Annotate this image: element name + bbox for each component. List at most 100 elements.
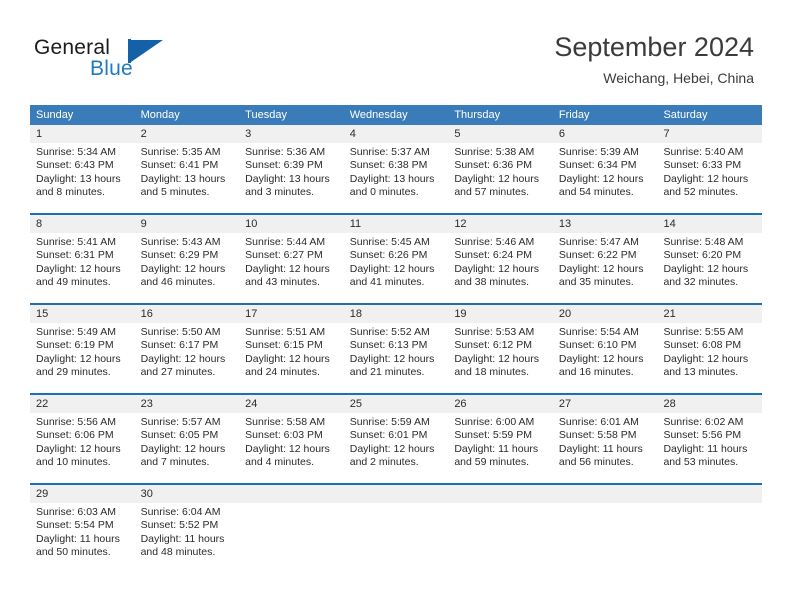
day-number-empty xyxy=(239,485,344,503)
daylight-text: Daylight: 12 hours and 4 minutes. xyxy=(245,442,330,468)
sunset-text: Sunset: 6:03 PM xyxy=(245,429,323,442)
day-cell: Sunrise: 5:52 AM Sunset: 6:13 PM Dayligh… xyxy=(344,323,449,393)
day-cell: Sunrise: 6:03 AM Sunset: 5:54 PM Dayligh… xyxy=(30,503,135,573)
day-cell: Sunrise: 5:40 AM Sunset: 6:33 PM Dayligh… xyxy=(657,143,762,213)
daylight-text: Daylight: 12 hours and 10 minutes. xyxy=(36,442,121,468)
week-detail-row: Sunrise: 5:41 AM Sunset: 6:31 PM Dayligh… xyxy=(30,233,762,303)
sunset-text: Sunset: 6:31 PM xyxy=(36,249,114,262)
sunrise-text: Sunrise: 5:43 AM xyxy=(140,236,221,248)
sunrise-text: Sunrise: 5:59 AM xyxy=(349,416,430,428)
brand-logo[interactable]: General Blue xyxy=(34,36,254,88)
week-detail-row: Sunrise: 5:56 AM Sunset: 6:06 PM Dayligh… xyxy=(30,413,762,483)
daylight-text: Daylight: 13 hours and 5 minutes. xyxy=(140,172,226,198)
day-number[interactable]: 12 xyxy=(448,215,553,233)
sunrise-text: Sunrise: 5:41 AM xyxy=(36,236,116,248)
day-number[interactable]: 1 xyxy=(30,125,135,143)
sunrise-text: Sunrise: 5:50 AM xyxy=(140,326,221,338)
daylight-text: Daylight: 11 hours and 48 minutes. xyxy=(140,532,225,558)
day-number[interactable]: 27 xyxy=(553,395,658,413)
day-number[interactable]: 17 xyxy=(239,305,344,323)
day-number[interactable]: 30 xyxy=(135,485,240,503)
day-cell: Sunrise: 5:55 AM Sunset: 6:08 PM Dayligh… xyxy=(657,323,762,393)
day-number[interactable]: 21 xyxy=(657,305,762,323)
day-number[interactable]: 5 xyxy=(448,125,553,143)
daylight-text: Daylight: 11 hours and 59 minutes. xyxy=(454,442,539,468)
day-number[interactable]: 7 xyxy=(657,125,762,143)
sunset-text: Sunset: 6:29 PM xyxy=(140,249,219,262)
sunset-text: Sunset: 5:52 PM xyxy=(140,519,219,532)
day-number[interactable]: 11 xyxy=(344,215,449,233)
daylight-text: Daylight: 12 hours and 35 minutes. xyxy=(558,262,644,288)
day-number[interactable]: 29 xyxy=(30,485,135,503)
day-number[interactable]: 3 xyxy=(239,125,344,143)
day-cell-empty xyxy=(553,503,658,573)
day-number[interactable]: 22 xyxy=(30,395,135,413)
day-number[interactable]: 6 xyxy=(553,125,658,143)
weekday-header-tuesday: Tuesday xyxy=(245,109,287,121)
day-number[interactable]: 2 xyxy=(135,125,240,143)
sunrise-text: Sunrise: 5:49 AM xyxy=(36,326,116,338)
day-number[interactable]: 19 xyxy=(448,305,553,323)
day-number[interactable]: 13 xyxy=(553,215,658,233)
sunrise-text: Sunrise: 5:47 AM xyxy=(558,236,639,248)
location-subtitle: Weichang, Hebei, China xyxy=(603,70,754,86)
week-daynumber-row: 8 9 10 11 12 13 14 xyxy=(30,215,762,233)
day-number[interactable]: 18 xyxy=(344,305,449,323)
day-number[interactable]: 25 xyxy=(344,395,449,413)
day-number[interactable]: 8 xyxy=(30,215,135,233)
day-number[interactable]: 16 xyxy=(135,305,240,323)
sunrise-text: Sunrise: 5:39 AM xyxy=(558,146,639,158)
sunset-text: Sunset: 6:24 PM xyxy=(454,249,532,262)
day-number[interactable]: 10 xyxy=(239,215,344,233)
sunset-text: Sunset: 5:58 PM xyxy=(558,429,637,442)
day-number[interactable]: 20 xyxy=(553,305,658,323)
day-cell: Sunrise: 5:37 AM Sunset: 6:38 PM Dayligh… xyxy=(344,143,449,213)
triangle-flag-icon xyxy=(131,40,163,62)
day-cell-empty xyxy=(448,503,553,573)
day-cell: Sunrise: 5:57 AM Sunset: 6:05 PM Dayligh… xyxy=(135,413,240,483)
week-daynumber-row: 15 16 17 18 19 20 21 xyxy=(30,305,762,323)
daylight-text: Daylight: 12 hours and 54 minutes. xyxy=(558,172,644,198)
sunrise-text: Sunrise: 5:54 AM xyxy=(558,326,639,338)
daylight-text: Daylight: 12 hours and 21 minutes. xyxy=(349,352,435,378)
sunset-text: Sunset: 6:05 PM xyxy=(140,429,219,442)
week-detail-row: Sunrise: 5:49 AM Sunset: 6:19 PM Dayligh… xyxy=(30,323,762,393)
weekday-header-friday: Friday xyxy=(558,109,590,121)
calendar-page: General Blue September 2024 Weichang, He… xyxy=(0,0,792,612)
day-number-empty xyxy=(657,485,762,503)
daylight-text: Daylight: 12 hours and 32 minutes. xyxy=(663,262,749,288)
day-cell: Sunrise: 5:43 AM Sunset: 6:29 PM Dayligh… xyxy=(135,233,240,303)
sunset-text: Sunset: 6:36 PM xyxy=(454,159,532,172)
day-number[interactable]: 4 xyxy=(344,125,449,143)
sunset-text: Sunset: 5:59 PM xyxy=(454,429,532,442)
week-daynumber-row: 29 30 xyxy=(30,485,762,503)
sunset-text: Sunset: 6:34 PM xyxy=(558,159,637,172)
sunrise-text: Sunrise: 5:55 AM xyxy=(663,326,744,338)
day-cell: Sunrise: 5:44 AM Sunset: 6:27 PM Dayligh… xyxy=(239,233,344,303)
sunset-text: Sunset: 6:22 PM xyxy=(558,249,637,262)
daylight-text: Daylight: 12 hours and 13 minutes. xyxy=(663,352,749,378)
sunrise-text: Sunrise: 6:00 AM xyxy=(454,416,535,428)
sunrise-text: Sunrise: 5:58 AM xyxy=(245,416,326,428)
sunset-text: Sunset: 6:33 PM xyxy=(663,159,742,172)
day-number[interactable]: 26 xyxy=(448,395,553,413)
sunset-text: Sunset: 6:13 PM xyxy=(349,339,428,352)
sunrise-text: Sunrise: 5:37 AM xyxy=(349,146,430,158)
day-cell: Sunrise: 6:02 AM Sunset: 5:56 PM Dayligh… xyxy=(657,413,762,483)
day-cell: Sunrise: 5:51 AM Sunset: 6:15 PM Dayligh… xyxy=(239,323,344,393)
day-cell: Sunrise: 6:01 AM Sunset: 5:58 PM Dayligh… xyxy=(553,413,658,483)
day-number[interactable]: 23 xyxy=(135,395,240,413)
day-number[interactable]: 28 xyxy=(657,395,762,413)
day-cell: Sunrise: 5:46 AM Sunset: 6:24 PM Dayligh… xyxy=(448,233,553,303)
day-cell: Sunrise: 5:56 AM Sunset: 6:06 PM Dayligh… xyxy=(30,413,135,483)
sunset-text: Sunset: 6:06 PM xyxy=(36,429,114,442)
daylight-text: Daylight: 12 hours and 7 minutes. xyxy=(140,442,226,468)
day-number[interactable]: 15 xyxy=(30,305,135,323)
day-number[interactable]: 9 xyxy=(135,215,240,233)
sunrise-text: Sunrise: 5:44 AM xyxy=(245,236,326,248)
sunset-text: Sunset: 6:38 PM xyxy=(349,159,428,172)
day-number[interactable]: 14 xyxy=(657,215,762,233)
daylight-text: Daylight: 12 hours and 24 minutes. xyxy=(245,352,330,378)
day-number[interactable]: 24 xyxy=(239,395,344,413)
sunrise-text: Sunrise: 5:56 AM xyxy=(36,416,116,428)
